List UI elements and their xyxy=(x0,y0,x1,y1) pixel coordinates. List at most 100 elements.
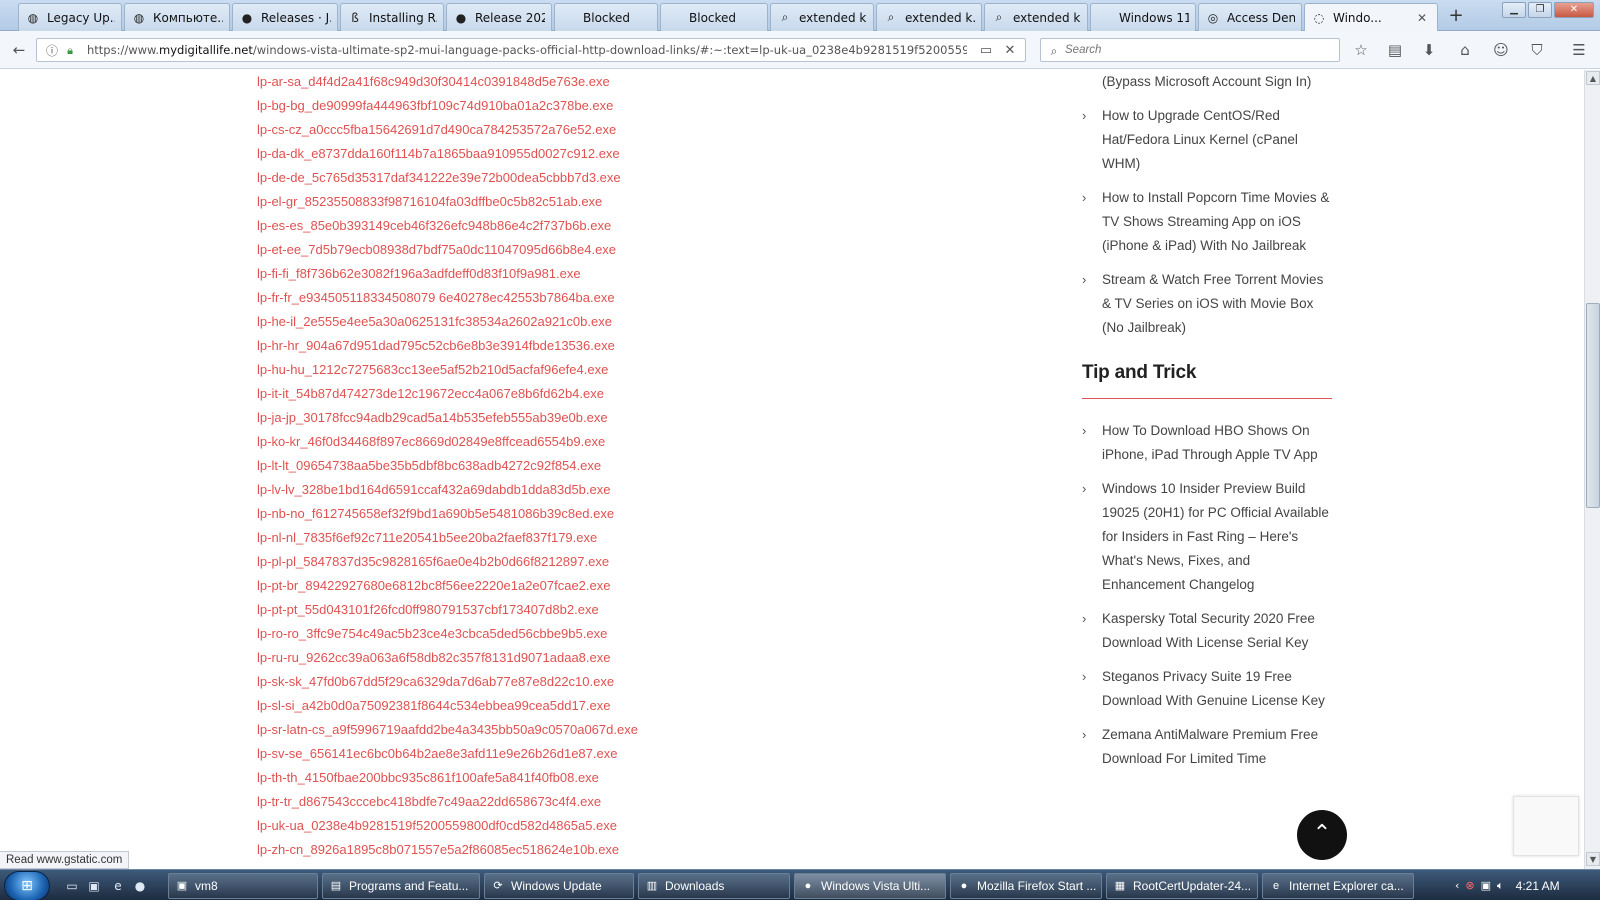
download-icon[interactable]: ⬇ xyxy=(1418,40,1440,60)
new-tab-button[interactable]: + xyxy=(1444,5,1468,27)
taskbar-button[interactable]: ● Windows Vista Ulti... xyxy=(794,873,946,899)
download-link[interactable]: lp-he-il_2e555e4ee5a30a0625131fc38534a26… xyxy=(257,313,638,337)
tab[interactable]: ◌ Windo... ✕ xyxy=(1304,3,1438,32)
download-link[interactable]: lp-ar-sa_d4f4d2a41f68c949d30f30414c03918… xyxy=(257,73,638,97)
tab[interactable]: ● Releases · J... xyxy=(232,3,338,31)
download-link[interactable]: lp-uk-ua_0238e4b9281519f5200559800df0cd5… xyxy=(257,817,638,841)
taskbar-button[interactable]: e Internet Explorer ca... xyxy=(1262,873,1414,899)
download-link[interactable]: lp-cs-cz_a0ccc5fba15642691d7d490ca784253… xyxy=(257,121,638,145)
sidebar-article-link[interactable]: › Kaspersky Total Security 2020 Free Down… xyxy=(1082,607,1332,655)
tab-label: Release 202... xyxy=(475,10,545,25)
internet-explorer-icon[interactable]: e xyxy=(110,878,126,894)
pocket-icon[interactable]: ⛉ xyxy=(1526,40,1548,60)
download-link[interactable]: lp-ko-kr_46f0d34468f897ec8669d02849e8ffc… xyxy=(257,433,638,457)
tab[interactable]: ◍ Компьюте... xyxy=(124,3,230,31)
sidebar-article-link[interactable]: › Zemana AntiMalware Premium Free Downloa… xyxy=(1082,723,1332,771)
download-link[interactable]: lp-th-th_4150fbae200bbc935c861f100afe5a8… xyxy=(257,769,638,793)
download-link[interactable]: lp-fi-fi_f8f736b62e3082f196a3adfdeff0d83… xyxy=(257,265,638,289)
download-link[interactable]: lp-lt-lt_09654738aa5be35b5dbf8bc638adb42… xyxy=(257,457,638,481)
tab[interactable]: ● Release 202... xyxy=(446,3,552,31)
sidebar-article-link[interactable]: › How to Upgrade CentOS/Red Hat/Fedora Li… xyxy=(1082,104,1332,176)
sidebar-link-text: Zemana AntiMalware Premium Free Download… xyxy=(1102,727,1319,766)
tab[interactable]: Blocked xyxy=(554,3,658,31)
sidebar-link-partial[interactable]: (Bypass Microsoft Account Sign In) xyxy=(1082,70,1332,94)
bookmark-star-icon[interactable]: ☆ xyxy=(1350,40,1372,60)
close-window-button[interactable]: ✕ xyxy=(1554,2,1594,18)
sidebar-article-link[interactable]: › Windows 10 Insider Preview Build 19025 … xyxy=(1082,477,1332,597)
volume-icon[interactable]: 🔈︎ xyxy=(1497,879,1504,893)
tab[interactable]: Blocked xyxy=(660,3,768,31)
sidebar-article-link[interactable]: › Steganos Privacy Suite 19 Free Download… xyxy=(1082,665,1332,713)
download-link[interactable]: lp-nb-no_f612745658ef32f9bd1a690b5e54810… xyxy=(257,505,638,529)
tab[interactable]: ◍ Legacy Up... xyxy=(18,3,122,31)
tab[interactable]: ⌕ extended k... xyxy=(876,3,982,31)
download-link[interactable]: lp-nl-nl_7835f6ef92c711e20541b5ee20ba2fa… xyxy=(257,529,638,553)
download-link[interactable]: lp-sv-se_656141ec6bc0b64b2ae8e3afd11e9e2… xyxy=(257,745,638,769)
security-alert-icon[interactable]: ⊗ xyxy=(1465,879,1474,892)
switch-windows-icon[interactable]: ▣ xyxy=(86,878,102,894)
download-link[interactable]: lp-ru-ru_9262cc39a063a6f58db82c357f8131d… xyxy=(257,649,638,673)
maximize-button[interactable]: ❐ xyxy=(1528,2,1552,18)
url-text[interactable]: https://www.mydigitallife.net/windows-vi… xyxy=(87,43,967,57)
scroll-thumb[interactable] xyxy=(1586,303,1600,508)
tab[interactable]: ß Installing R... xyxy=(340,3,444,31)
download-link[interactable]: lp-sk-sk_47fd0b67dd5f29ca6329da7d6ab77e8… xyxy=(257,673,638,697)
chat-icon[interactable]: ☺ xyxy=(1490,40,1512,60)
sidebar-article-link[interactable]: › Stream & Watch Free Torrent Movies & TV… xyxy=(1082,268,1332,340)
tab[interactable]: ◎ Access Den... xyxy=(1198,3,1302,31)
start-button[interactable]: ⊞ xyxy=(4,871,50,900)
download-link[interactable]: lp-et-ee_7d5b79ecb08938d7bdf75a0dc110470… xyxy=(257,241,638,265)
download-link[interactable]: lp-es-es_85e0b393149ceb46f326efc948b86e4… xyxy=(257,217,638,241)
download-link[interactable]: lp-sl-si_a42b0d0a75092381f8644c534ebbea9… xyxy=(257,697,638,721)
download-link[interactable]: lp-pt-pt_55d043101f26fcd0ff980791537cbf1… xyxy=(257,601,638,625)
back-arrow-icon[interactable]: ← xyxy=(8,40,30,60)
clock[interactable]: 4:21 AM xyxy=(1516,879,1560,893)
download-link[interactable]: lp-hu-hu_1212c7275683cc13ee5af52b210d5ac… xyxy=(257,361,638,385)
recaptcha-badge[interactable] xyxy=(1513,796,1579,856)
taskbar-button[interactable]: ▦ RootCertUpdater-24... xyxy=(1106,873,1258,899)
tab[interactable]: Windows 11 An... xyxy=(1090,3,1196,31)
download-link[interactable]: lp-ro-ro_3ffc9e754c49ac5b23ce4e3cbca5ded… xyxy=(257,625,638,649)
tray-expand-icon[interactable]: ‹ xyxy=(1455,879,1459,892)
taskbar-button[interactable]: ▤ Programs and Featu... xyxy=(322,873,480,899)
address-bar[interactable]: ⓘ 🔒︎ https://www.mydigitallife.net/windo… xyxy=(36,38,1026,62)
reading-list-icon[interactable]: ▤ xyxy=(1384,40,1406,60)
back-to-top-button[interactable]: ⌃ xyxy=(1297,810,1347,860)
download-link[interactable]: lp-pt-br_89422927680e6812bc8f56ee2220e1a… xyxy=(257,577,638,601)
download-link[interactable]: lp-zh-cn_8926a1895c8b071557e5a2f86085ec5… xyxy=(257,841,638,865)
sidebar-article-link[interactable]: › How to Install Popcorn Time Movies & TV… xyxy=(1082,186,1332,258)
taskbar-button[interactable]: ● Mozilla Firefox Start ... xyxy=(950,873,1102,899)
search-box[interactable]: ⌕ xyxy=(1040,38,1340,62)
tab[interactable]: ⌕ extended k... xyxy=(770,3,874,31)
download-link[interactable]: lp-tr-tr_d867543cccebc418bdfe7c49aa22dd6… xyxy=(257,793,638,817)
firefox-icon[interactable]: ● xyxy=(132,878,148,894)
download-link[interactable]: lp-fr-fr_e934505118334508079 6e40278ec42… xyxy=(257,289,638,313)
scroll-down-arrow-icon[interactable]: ▼ xyxy=(1586,852,1600,866)
download-link[interactable]: lp-it-it_54b87d474273de12c19672ecc4a067e… xyxy=(257,385,638,409)
home-icon[interactable]: ⌂ xyxy=(1454,40,1476,60)
download-link[interactable]: lp-lv-lv_328be1bd164d6591ccaf432a69dabdb… xyxy=(257,481,638,505)
download-link[interactable]: lp-da-dk_e8737dda160f114b7a1865baa910955… xyxy=(257,145,638,169)
show-desktop-icon[interactable]: ▭ xyxy=(64,878,80,894)
taskbar-button[interactable]: ▣ vm8 xyxy=(168,873,318,899)
scroll-up-arrow-icon[interactable]: ▲ xyxy=(1586,71,1600,85)
tab[interactable]: ⌕ extended k... xyxy=(984,3,1088,31)
minimize-button[interactable]: ▁ xyxy=(1502,2,1526,18)
taskbar-button[interactable]: ⟳ Windows Update xyxy=(484,873,634,899)
close-tab-icon[interactable]: ✕ xyxy=(1417,11,1431,25)
download-link[interactable]: lp-de-de_5c765d35317daf341222e39e72b00de… xyxy=(257,169,638,193)
sidebar-article-link[interactable]: › How To Download HBO Shows On iPhone, iP… xyxy=(1082,419,1332,467)
vertical-scrollbar[interactable]: ▲ ▼ xyxy=(1584,70,1600,869)
download-link[interactable]: lp-hr-hr_904a67d951dad795c52cb6e8b3e3914… xyxy=(257,337,638,361)
search-input[interactable] xyxy=(1065,42,1335,58)
reader-view-icon[interactable]: ▭ xyxy=(975,41,997,61)
stop-icon[interactable]: ✕ xyxy=(999,41,1021,61)
download-link[interactable]: lp-ja-jp_30178fcc94adb29cad5a14b535efeb5… xyxy=(257,409,638,433)
taskbar-button[interactable]: ▥ Downloads xyxy=(638,873,790,899)
download-link[interactable]: lp-sr-latn-cs_a9f5996719aafdd2be4a3435bb… xyxy=(257,721,638,745)
menu-icon[interactable]: ☰ xyxy=(1568,40,1590,60)
download-link[interactable]: lp-bg-bg_de90999fa444963fbf109c74d910ba0… xyxy=(257,97,638,121)
network-icon[interactable]: ▣ xyxy=(1481,879,1491,892)
download-link[interactable]: lp-pl-pl_5847837d35c9828165f6ae0e4b2b0d6… xyxy=(257,553,638,577)
download-link[interactable]: lp-el-gr_85235508833f98716104fa03dffbe0c… xyxy=(257,193,638,217)
